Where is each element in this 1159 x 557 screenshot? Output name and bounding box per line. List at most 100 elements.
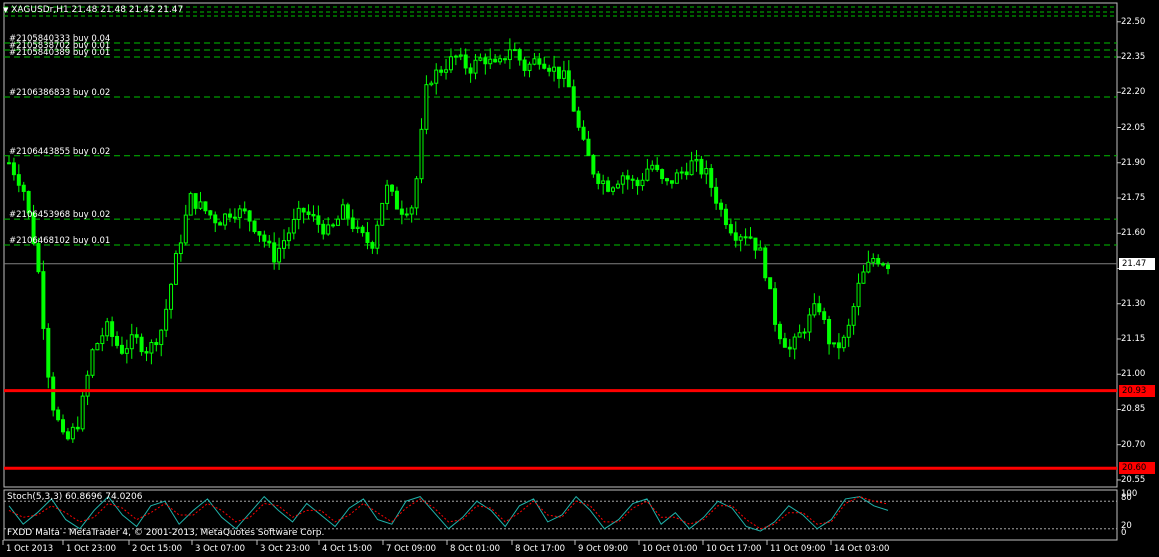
price-tick-label: 20.55 [1121, 474, 1146, 485]
chart-window[interactable]: ▼ XAGUSDr,H1 21.48 21.48 21.42 21.47 #21… [0, 0, 1159, 557]
candle-body [591, 154, 596, 175]
candle-body [365, 232, 370, 244]
candle-body [100, 335, 105, 345]
candle-body [124, 348, 129, 354]
candle-body [473, 59, 478, 74]
candle-body [149, 342, 154, 354]
candle-body [586, 138, 591, 156]
price-tick-label: 22.05 [1121, 122, 1146, 133]
candle-body [831, 342, 836, 345]
candle-body [836, 342, 841, 349]
price-tick-label: 22.35 [1121, 52, 1146, 63]
order-label[interactable]: #2106443855 buy 0.02 [9, 147, 110, 157]
candle-body [876, 257, 881, 265]
candle-body [763, 247, 768, 279]
candle-body [738, 236, 743, 241]
candle-body [542, 63, 547, 69]
candle-body [498, 58, 503, 63]
candle-body [812, 303, 817, 316]
candle-body [665, 178, 670, 182]
candle-body [802, 331, 807, 334]
candle-body [669, 180, 674, 184]
candle-body [689, 160, 694, 176]
candle-body [841, 336, 846, 349]
candle-body [768, 277, 773, 290]
candle-body [694, 158, 699, 162]
candle-body [488, 58, 493, 65]
price-chart-panel[interactable] [0, 0, 1159, 557]
candle-body [606, 180, 611, 192]
candle-body [493, 58, 498, 63]
candle-body [41, 271, 46, 329]
candle-body [56, 409, 61, 421]
candle-body [390, 184, 395, 192]
candle-body [272, 242, 277, 263]
candle-body [173, 253, 178, 285]
candle-body [331, 224, 336, 227]
price-tick-label: 21.60 [1121, 228, 1146, 239]
candle-body [65, 431, 70, 440]
candle-body [208, 210, 213, 216]
candle-body [463, 54, 468, 69]
candle-body [90, 349, 95, 376]
candle-body [105, 321, 110, 337]
candle-body [16, 174, 21, 186]
candle-body [517, 49, 522, 61]
candle-body [630, 178, 635, 181]
candle-body [75, 426, 80, 430]
candle-body [753, 237, 758, 251]
candle-body [817, 303, 822, 313]
candle-body [679, 171, 684, 174]
candle-body [262, 234, 267, 242]
candle-body [336, 218, 341, 226]
candle-body [886, 264, 890, 269]
candle-body [758, 247, 763, 251]
candle-body [596, 173, 601, 185]
candle-body [792, 336, 797, 350]
candle-body [115, 335, 120, 346]
candle-body [316, 215, 321, 225]
candle-body [306, 211, 311, 215]
candle-body [635, 179, 640, 187]
candle-body [576, 110, 581, 128]
candle-body [51, 376, 56, 411]
candle-body [581, 126, 586, 140]
candle-body [61, 419, 66, 433]
candle-body [237, 208, 242, 219]
candle-body [871, 257, 876, 263]
candle-body [326, 224, 331, 235]
candle-body [458, 54, 463, 57]
candle-body [655, 164, 660, 171]
copyright-text: FXDD Malta - MetaTrader 4, © 2001-2013, … [7, 528, 325, 538]
stochastic-title: Stoch(5,3,3) 60.8696 74.0206 [7, 492, 143, 502]
candle-body [434, 69, 439, 84]
candle-body [11, 162, 16, 176]
candle-body [159, 329, 164, 346]
candle-body [183, 214, 188, 244]
candle-body [827, 319, 832, 345]
candle-body [375, 224, 380, 249]
order-label[interactable]: #2105840389 buy 0.01 [9, 48, 110, 58]
candle-body [532, 58, 537, 65]
candle-body [399, 208, 404, 215]
candle-body [85, 374, 90, 397]
candle-body [110, 321, 115, 337]
candle-body [512, 49, 517, 52]
order-label[interactable]: #2106468102 buy 0.01 [9, 236, 110, 246]
candle-body [611, 187, 616, 192]
time-tick-label: 4 Oct 15:00 [322, 544, 373, 554]
time-tick-label: 7 Oct 09:00 [386, 544, 437, 554]
candle-body [797, 332, 802, 338]
candle-body [650, 164, 655, 170]
candle-body [674, 172, 679, 184]
time-tick-label: 14 Oct 03:00 [834, 544, 890, 554]
chart-dropdown-icon[interactable]: ▼ [3, 6, 8, 14]
time-tick-label: 3 Oct 23:00 [260, 544, 311, 554]
candle-body [723, 208, 728, 226]
candle-body [787, 346, 792, 350]
time-tick-label: 1 Oct 2013 [6, 544, 54, 554]
candle-body [385, 184, 390, 204]
time-tick-label: 9 Oct 09:00 [578, 544, 629, 554]
order-label[interactable]: #2106453968 buy 0.02 [9, 210, 110, 220]
order-label[interactable]: #2106386833 buy 0.02 [9, 88, 110, 98]
